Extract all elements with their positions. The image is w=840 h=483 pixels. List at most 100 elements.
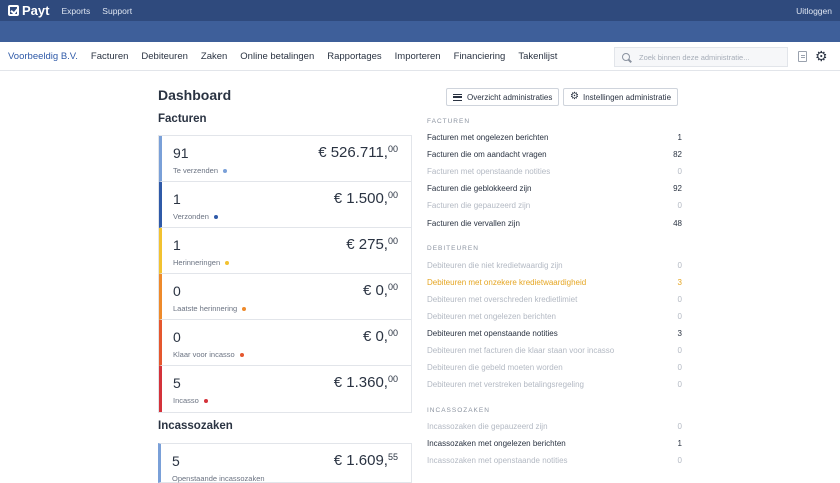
list-item[interactable]: Facturen met openstaande notities 0 [427,163,682,180]
row-label: Incassozaken met ongelezen berichten [427,439,566,448]
amount-cents: 00 [387,236,398,246]
list-item[interactable]: Debiteuren met openstaande notities 3 [427,325,682,342]
card-count: 0 [173,329,181,345]
card-label: Te verzenden [173,166,219,175]
card-klaar-voor-incasso[interactable]: 0 Klaar voor incasso € 0,00 [159,320,411,366]
notes-icon[interactable] [798,51,807,62]
card-count: 5 [172,453,180,469]
row-count: 0 [677,261,682,270]
card-te-verzenden[interactable]: 91 Te verzenden € 526.711,00 [159,136,411,182]
row-label: Facturen met openstaande notities [427,167,551,176]
nav-financiering[interactable]: Financiering [454,51,506,62]
status-dot-icon [239,352,244,357]
status-dot-icon [242,306,247,311]
overview-button-label: Overzicht administraties [467,92,553,102]
row-label: Debiteuren met verstreken betalingsregel… [427,380,584,389]
row-label: Facturen die om aandacht vragen [427,150,547,159]
status-dot-icon [223,168,228,173]
list-item[interactable]: Incassozaken met openstaande notities 0 [427,452,682,469]
settings-gear-icon: ⚙ [570,91,579,102]
list-item[interactable]: Debiteuren met verstreken betalingsregel… [427,376,682,393]
top-bar: Payt Exports Support Uitloggen [0,0,840,21]
payt-logo[interactable]: Payt [8,3,49,18]
row-label: Facturen die geblokkeerd zijn [427,184,532,193]
administration-settings-button[interactable]: ⚙ Instellingen administratie [563,88,679,106]
amount-main: € 0, [362,282,388,299]
nav-zaken[interactable]: Zaken [201,51,227,62]
row-label: Facturen die vervallen zijn [427,219,520,228]
card-herinneringen[interactable]: 1 Herinneringen € 275,00 [159,228,411,274]
support-link[interactable]: Support [102,6,132,16]
card-laatste-herinnering[interactable]: 0 Laatste herinnering € 0,00 [159,274,411,320]
row-label: Debiteuren die niet kredietwaardig zijn [427,261,563,270]
list-item[interactable]: Debiteuren met onzekere kredietwaardighe… [427,274,682,291]
list-item[interactable]: Debiteuren die gebeld moeten worden 0 [427,359,682,376]
row-count: 3 [677,278,682,287]
row-count: 0 [677,346,682,355]
card-count: 5 [173,375,181,391]
list-item[interactable]: Debiteuren met ongelezen berichten 0 [427,308,682,325]
card-label: Klaar voor incasso [173,350,235,359]
gear-icon[interactable]: ⚙ [815,48,828,64]
page-title: Dashboard [158,87,232,103]
list-item[interactable]: Debiteuren met overschreden kredietlimie… [427,291,682,308]
logo-text: Payt [22,3,50,18]
nav-rapportages[interactable]: Rapportages [327,51,381,62]
nav-debiteuren[interactable]: Debiteuren [141,51,187,62]
card-incasso[interactable]: 5 Incasso € 1.360,00 [159,366,411,412]
row-count: 0 [677,167,682,176]
status-dot-icon [225,260,230,265]
row-label: Debiteuren met openstaande notities [427,329,558,338]
list-icon [453,93,462,101]
group-title-facturen: FACTUREN [427,118,471,125]
card-count: 1 [173,191,181,207]
list-item[interactable]: Incassozaken die gepauzeerd zijn 0 [427,418,682,435]
logo-check-icon [8,5,19,16]
row-count: 0 [677,363,682,372]
nav-takenlijst[interactable]: Takenlijst [518,51,557,62]
row-label: Facturen met ongelezen berichten [427,133,549,142]
settings-button-label: Instellingen administratie [582,92,672,102]
card-openstaande-incassozaken[interactable]: 5 Openstaande incassozaken € 1.609,55 [158,443,412,483]
row-count: 48 [673,219,682,228]
card-amount: € 1.500,00 [334,190,398,207]
list-item[interactable]: Facturen die om aandacht vragen 82 [427,146,682,163]
group-title-incassozaken: INCASSOZAKEN [427,407,490,414]
card-verzonden[interactable]: 1 Verzonden € 1.500,00 [159,182,411,228]
list-item[interactable]: Debiteuren met facturen die klaar staan … [427,342,682,359]
row-label: Incassozaken die gepauzeerd zijn [427,422,548,431]
logout-link[interactable]: Uitloggen [796,6,832,16]
row-count: 0 [677,456,682,465]
list-item[interactable]: Facturen die gepauzeerd zijn 0 [427,197,682,214]
list-item[interactable]: Debiteuren die niet kredietwaardig zijn 0 [427,257,682,274]
nav-importeren[interactable]: Importeren [395,51,441,62]
row-label: Debiteuren met facturen die klaar staan … [427,346,615,355]
list-item[interactable]: Facturen die geblokkeerd zijn 92 [427,180,682,197]
overview-administrations-button[interactable]: Overzicht administraties [446,88,560,106]
row-count: 3 [677,329,682,338]
search-input[interactable] [639,52,779,62]
card-label: Herinneringen [173,258,221,267]
row-count: 0 [677,201,682,210]
amount-main: € 1.500, [333,190,388,207]
amount-cents: 00 [387,282,398,292]
amount-cents: 55 [387,452,398,462]
row-count: 0 [677,312,682,321]
header-band [0,21,840,42]
row-count: 92 [673,184,682,193]
card-label: Verzonden [173,212,209,221]
exports-link[interactable]: Exports [61,6,90,16]
list-item[interactable]: Facturen met ongelezen berichten 1 [427,129,682,146]
row-count: 0 [677,380,682,389]
card-label: Laatste herinnering [173,304,238,313]
row-label: Debiteuren met overschreden kredietlimie… [427,295,578,304]
nav-company[interactable]: Voorbeeldig B.V. [8,51,78,62]
card-amount: € 275,00 [346,236,398,253]
amount-cents: 00 [387,190,398,200]
list-item[interactable]: Facturen die vervallen zijn 48 [427,215,682,232]
list-item[interactable]: Incassozaken met ongelezen berichten 1 [427,435,682,452]
nav-online-betalingen[interactable]: Online betalingen [240,51,314,62]
amount-main: € 1.609, [333,452,388,469]
card-label: Openstaande incassozaken [172,474,265,483]
nav-facturen[interactable]: Facturen [91,51,129,62]
